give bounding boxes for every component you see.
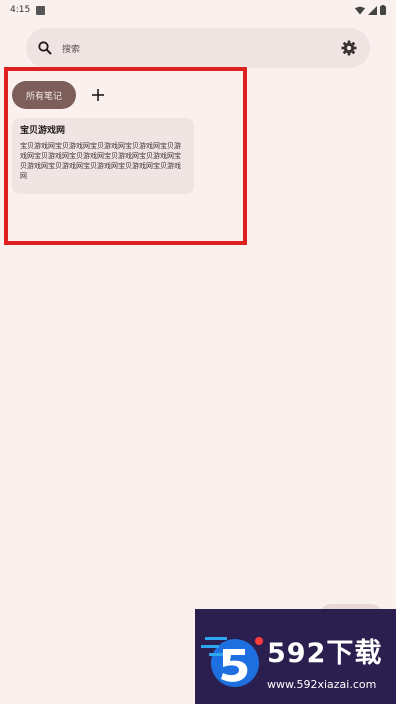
notification-app-icon [36, 5, 46, 15]
plus-icon [92, 89, 104, 101]
settings-button[interactable] [340, 39, 358, 57]
filter-chip-all-notes[interactable]: 所有笔记 [12, 81, 76, 109]
gear-icon [341, 40, 357, 56]
watermark-brand: 592下载 [267, 638, 383, 669]
search-icon [38, 41, 52, 55]
signal-icon [368, 5, 377, 15]
add-category-button[interactable] [88, 85, 108, 105]
note-preview: 宝贝游戏网宝贝游戏网宝贝游戏网宝贝游戏网宝贝游戏网宝贝游戏网宝贝游戏网宝贝游戏网… [20, 142, 181, 180]
battery-icon [380, 5, 386, 15]
note-title: 宝贝游戏网 [20, 126, 66, 136]
status-time: 4:15 [10, 5, 31, 15]
status-bar: 4:15 [0, 0, 396, 20]
search-bar[interactable]: 搜索 [26, 28, 370, 68]
search-input[interactable]: 搜索 [62, 42, 340, 55]
watermark-url: www.592xiazai.com [267, 678, 377, 691]
wifi-icon [355, 6, 365, 14]
watermark-emblem-icon [201, 637, 263, 687]
note-card[interactable]: 宝贝游戏网 宝贝游戏网宝贝游戏网宝贝游戏网宝贝游戏网宝贝游戏网宝贝游戏网宝贝游戏… [12, 118, 194, 194]
watermark-logo: 592下载 www.592xiazai.com [195, 609, 396, 704]
